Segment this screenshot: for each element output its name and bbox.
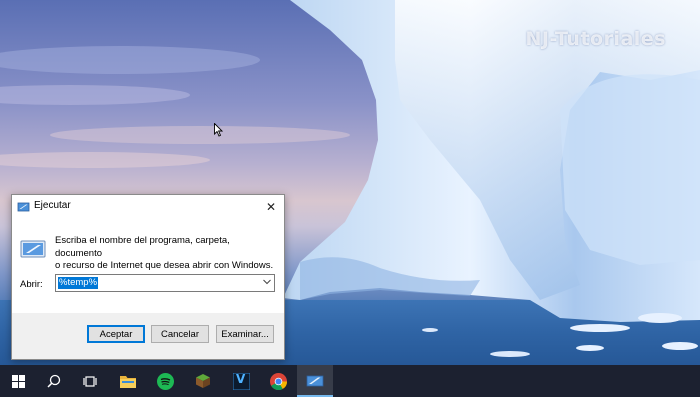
- run-app-icon: [306, 375, 324, 387]
- chrome-icon: [269, 372, 287, 390]
- dialog-description: Escriba el nombre del programa, carpeta,…: [55, 235, 275, 273]
- close-icon: ✕: [265, 200, 277, 214]
- vegas-icon-letter: V: [236, 372, 246, 386]
- mouse-cursor-icon: [214, 123, 223, 137]
- chevron-down-icon[interactable]: [263, 279, 271, 285]
- accept-button[interactable]: Aceptar: [87, 325, 145, 343]
- run-dialog: Ejecutar ✕ Escriba el nombre del program…: [11, 194, 285, 360]
- description-line-1: Escriba el nombre del programa, carpeta,…: [55, 235, 230, 259]
- start-button[interactable]: [0, 365, 36, 397]
- browse-button[interactable]: Examinar...: [216, 325, 274, 343]
- taskbar-run-dialog[interactable]: [297, 365, 333, 397]
- close-button[interactable]: ✕: [258, 195, 284, 219]
- taskbar: V: [0, 365, 700, 397]
- taskbar-vegas[interactable]: V: [223, 365, 259, 397]
- cancel-button[interactable]: Cancelar: [151, 325, 209, 343]
- spotify-icon: [156, 372, 174, 390]
- dialog-titlebar[interactable]: Ejecutar ✕: [12, 195, 284, 219]
- open-label: Abrir:: [20, 279, 43, 290]
- task-view-icon: [83, 375, 97, 387]
- watermark-text: NJ-Tutoriales: [525, 28, 666, 50]
- search-icon: [47, 374, 61, 388]
- file-explorer-icon: [120, 376, 136, 388]
- dialog-title: Ejecutar: [34, 200, 71, 211]
- windows-start-icon: [11, 374, 25, 388]
- description-line-2: o recurso de Internet que desea abrir co…: [55, 260, 274, 271]
- taskbar-chrome[interactable]: [260, 365, 296, 397]
- run-icon: [17, 202, 30, 212]
- dialog-content: Escriba el nombre del programa, carpeta,…: [12, 219, 284, 313]
- open-input-selected-text[interactable]: %temp%: [58, 277, 99, 289]
- run-program-icon: [20, 240, 46, 258]
- open-combobox[interactable]: %temp%: [55, 274, 275, 292]
- taskbar-minecraft[interactable]: [185, 365, 221, 397]
- search-button[interactable]: [36, 365, 72, 397]
- taskbar-file-explorer[interactable]: [110, 365, 146, 397]
- taskbar-spotify[interactable]: [147, 365, 183, 397]
- minecraft-icon: [196, 374, 210, 388]
- task-view-button[interactable]: [72, 365, 108, 397]
